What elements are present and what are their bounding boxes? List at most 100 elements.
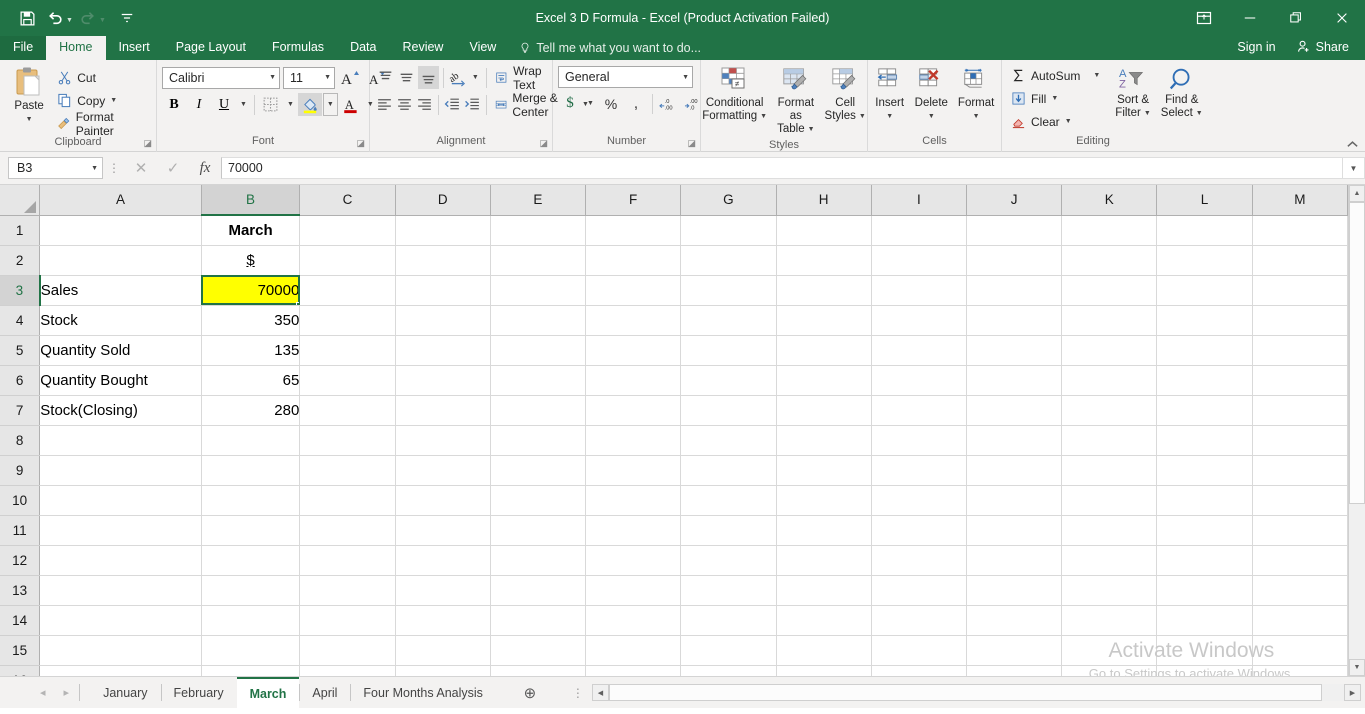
cell-j11[interactable]	[966, 515, 1061, 545]
fill-color-button[interactable]	[298, 93, 322, 116]
cell-b4[interactable]: 350	[201, 305, 300, 335]
sort-filter-button[interactable]: A Z Sort & Filter ▼	[1110, 64, 1156, 122]
cell-f15[interactable]	[586, 635, 681, 665]
cell-m9[interactable]	[1252, 455, 1347, 485]
cell-h13[interactable]	[776, 575, 871, 605]
sheet-tab-march[interactable]: March	[237, 677, 300, 708]
cell-e1[interactable]	[490, 215, 585, 245]
cell-styles-dropdown-icon[interactable]: ▼	[859, 110, 866, 123]
cell-l12[interactable]	[1157, 545, 1252, 575]
row-header-12[interactable]: 12	[0, 545, 40, 575]
cell-g7[interactable]	[681, 395, 776, 425]
fill-handle[interactable]	[296, 302, 300, 306]
cell-h11[interactable]	[776, 515, 871, 545]
cell-a16[interactable]	[40, 665, 202, 676]
font-color-button[interactable]: A	[339, 93, 363, 116]
cell-f14[interactable]	[586, 605, 681, 635]
tab-home[interactable]: Home	[46, 36, 105, 60]
cell-l3[interactable]	[1157, 275, 1252, 305]
top-align-button[interactable]	[375, 66, 396, 89]
cell-h8[interactable]	[776, 425, 871, 455]
cell-h9[interactable]	[776, 455, 871, 485]
fill-button[interactable]: Fill ▼	[1007, 87, 1104, 110]
cell-g13[interactable]	[681, 575, 776, 605]
italic-button[interactable]: I	[187, 93, 211, 116]
cell-h7[interactable]	[776, 395, 871, 425]
tab-page-layout[interactable]: Page Layout	[163, 36, 259, 60]
cell-h3[interactable]	[776, 275, 871, 305]
cell-g16[interactable]	[681, 665, 776, 676]
cell-e11[interactable]	[490, 515, 585, 545]
insert-cells-button[interactable]: Insert ▼	[870, 65, 910, 125]
tell-me-search[interactable]: Tell me what you want to do...	[509, 37, 711, 60]
row-header-16[interactable]: 16	[0, 665, 40, 676]
column-header-g[interactable]: G	[681, 185, 776, 215]
conditional-formatting-dropdown-icon[interactable]: ▼	[760, 110, 767, 123]
cell-k2[interactable]	[1062, 245, 1157, 275]
cell-i9[interactable]	[871, 455, 966, 485]
cell-a6[interactable]: Quantity Bought	[40, 365, 202, 395]
cell-f2[interactable]	[586, 245, 681, 275]
cell-l6[interactable]	[1157, 365, 1252, 395]
cell-c15[interactable]	[300, 635, 395, 665]
cell-e5[interactable]	[490, 335, 585, 365]
clipboard-dialog-launcher[interactable]: ◪	[143, 136, 152, 150]
undo-dropdown-icon[interactable]: ▼	[66, 17, 73, 24]
bold-button[interactable]: B	[162, 93, 186, 116]
cell-b12[interactable]	[201, 545, 300, 575]
cell-k10[interactable]	[1062, 485, 1157, 515]
cell-d12[interactable]	[395, 545, 490, 575]
minimize-button[interactable]	[1227, 0, 1273, 36]
row-header-15[interactable]: 15	[0, 635, 40, 665]
cell-i5[interactable]	[871, 335, 966, 365]
cell-e6[interactable]	[490, 365, 585, 395]
sheet-tab-january[interactable]: January	[90, 677, 160, 708]
bottom-align-button[interactable]	[418, 66, 439, 89]
row-header-11[interactable]: 11	[0, 515, 40, 545]
column-header-e[interactable]: E	[490, 185, 585, 215]
cell-g15[interactable]	[681, 635, 776, 665]
cell-e9[interactable]	[490, 455, 585, 485]
cell-b2[interactable]: $	[201, 245, 300, 275]
row-header-14[interactable]: 14	[0, 605, 40, 635]
cell-i15[interactable]	[871, 635, 966, 665]
grow-font-button[interactable]: A	[338, 66, 362, 89]
cell-m13[interactable]	[1252, 575, 1347, 605]
sheet-tab-february[interactable]: February	[161, 677, 237, 708]
cell-j4[interactable]	[966, 305, 1061, 335]
ribbon-display-options-icon[interactable]	[1181, 0, 1227, 36]
cell-f12[interactable]	[586, 545, 681, 575]
cell-j2[interactable]	[966, 245, 1061, 275]
share-button[interactable]: Share	[1288, 36, 1357, 57]
align-left-button[interactable]	[375, 93, 394, 116]
cell-b5[interactable]: 135	[201, 335, 300, 365]
cell-k5[interactable]	[1062, 335, 1157, 365]
cell-i16[interactable]	[871, 665, 966, 676]
delete-cells-dropdown-icon[interactable]: ▼	[928, 110, 935, 123]
cell-h2[interactable]	[776, 245, 871, 275]
cell-g4[interactable]	[681, 305, 776, 335]
cell-f4[interactable]	[586, 305, 681, 335]
increase-indent-button[interactable]	[463, 93, 482, 116]
cell-c14[interactable]	[300, 605, 395, 635]
confirm-entry-button[interactable]: ✓	[157, 155, 189, 181]
cell-e8[interactable]	[490, 425, 585, 455]
cell-b14[interactable]	[201, 605, 300, 635]
cell-m5[interactable]	[1252, 335, 1347, 365]
cell-a10[interactable]	[40, 485, 202, 515]
format-cells-dropdown-icon[interactable]: ▼	[973, 110, 980, 123]
font-dialog-launcher[interactable]: ◪	[356, 136, 365, 150]
decrease-indent-button[interactable]	[443, 93, 462, 116]
cell-i3[interactable]	[871, 275, 966, 305]
cell-g10[interactable]	[681, 485, 776, 515]
cell-c11[interactable]	[300, 515, 395, 545]
cell-a1[interactable]	[40, 215, 202, 245]
vertical-scrollbar[interactable]: ▲ ▼	[1348, 185, 1365, 676]
cell-k3[interactable]	[1062, 275, 1157, 305]
cell-g2[interactable]	[681, 245, 776, 275]
cell-i2[interactable]	[871, 245, 966, 275]
cell-m11[interactable]	[1252, 515, 1347, 545]
cell-h1[interactable]	[776, 215, 871, 245]
cell-c12[interactable]	[300, 545, 395, 575]
cell-c16[interactable]	[300, 665, 395, 676]
